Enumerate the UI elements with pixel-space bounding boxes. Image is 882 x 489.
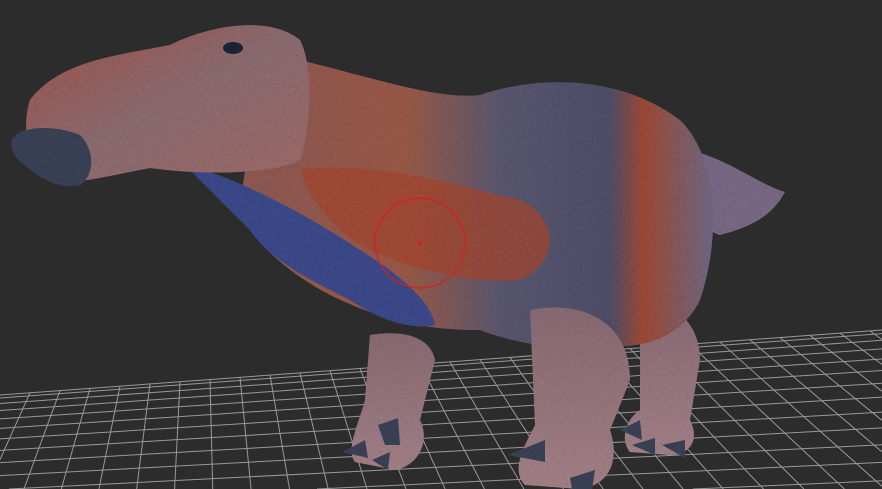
- grid-line: [239, 377, 252, 489]
- hind-left-leg: [518, 307, 630, 489]
- brush-center-dot: [418, 241, 422, 245]
- floor-grid: [0, 329, 882, 489]
- grid-line: [0, 329, 882, 396]
- grid-line: [0, 339, 882, 404]
- grid-line: [419, 363, 485, 489]
- grid-line: [869, 330, 882, 340]
- viewport-canvas[interactable]: [0, 0, 882, 489]
- grid-line: [0, 382, 882, 440]
- grid-line: [692, 480, 882, 489]
- beak: [11, 128, 92, 187]
- grid-line: [98, 386, 121, 489]
- 3d-viewport[interactable]: [0, 0, 882, 489]
- grid-line: [0, 333, 882, 399]
- grid-line: [23, 390, 61, 489]
- grid-line: [60, 388, 91, 489]
- grid-line: [719, 341, 882, 487]
- grid-line: [749, 339, 882, 453]
- grid-line: [449, 361, 525, 489]
- grid-line: [269, 375, 291, 489]
- eye: [223, 42, 243, 54]
- grid-line: [136, 383, 151, 489]
- dinosaur-model[interactable]: [11, 25, 785, 489]
